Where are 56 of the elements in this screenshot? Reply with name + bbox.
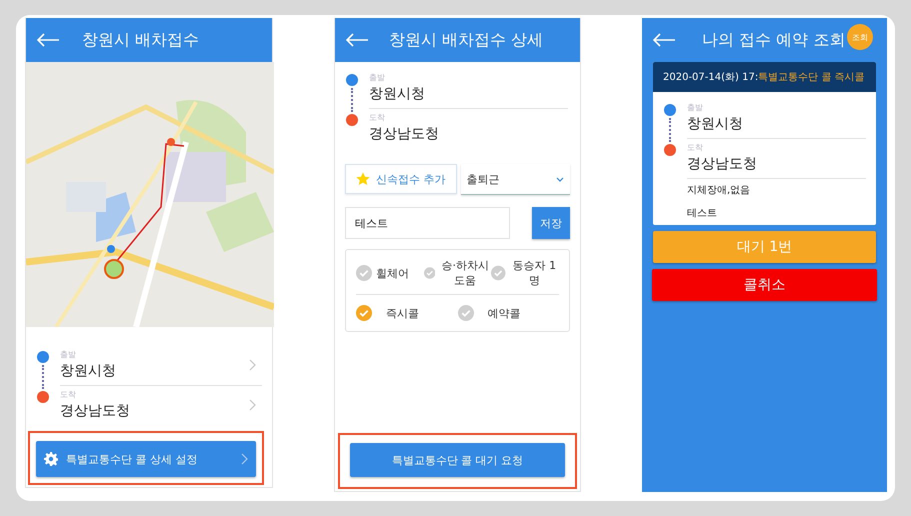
back-arrow-icon[interactable] xyxy=(652,33,676,47)
destination-dot xyxy=(37,391,49,403)
settings-button[interactable]: 특별교통수단 콜 상세 설정 xyxy=(36,441,256,477)
gear-icon xyxy=(44,452,58,466)
caret-icon xyxy=(556,176,564,182)
call-type-label: 예약콜 xyxy=(488,306,520,320)
origin-label: 출발 xyxy=(60,349,77,360)
call-type: 특별교통수단 콜 즉시콜 xyxy=(758,71,865,84)
origin-dot xyxy=(664,104,676,116)
destination-place: 경상남도청 xyxy=(60,402,130,420)
lookup-button[interactable]: 조회 xyxy=(847,24,873,50)
route-line xyxy=(42,365,44,389)
chevron-right-icon xyxy=(249,398,256,410)
check-circle-icon[interactable] xyxy=(424,265,436,281)
screen-title: 나의 접수 예약 조회 xyxy=(702,30,846,50)
memo-field[interactable]: 테스트 xyxy=(345,207,510,239)
save-button[interactable]: 저장 xyxy=(532,207,570,239)
destination-label: 도착 xyxy=(687,142,704,153)
origin-place: 창원시청 xyxy=(369,85,425,103)
option-label: 동승자 1명 xyxy=(512,258,558,288)
purpose-dropdown[interactable]: 출퇴근 xyxy=(460,164,570,195)
origin-dot xyxy=(37,351,49,363)
origin-place: 창원시청 xyxy=(60,362,116,380)
check-circle-icon[interactable] xyxy=(458,305,474,321)
origin-label: 출발 xyxy=(687,102,704,113)
route-line xyxy=(669,118,671,142)
origin-label: 출발 xyxy=(369,72,386,83)
star-icon xyxy=(356,172,370,186)
destination-label: 도착 xyxy=(369,112,386,123)
back-arrow-icon[interactable] xyxy=(345,33,369,47)
call-type-label: 즉시콜 xyxy=(386,306,419,320)
back-arrow-icon[interactable] xyxy=(36,33,60,47)
option-label: 휠체어 xyxy=(376,266,409,280)
request-button[interactable]: 특별교통수단 콜 대기 요청 xyxy=(350,443,565,477)
screen-title: 창원시 배차접수 상세 xyxy=(389,30,544,50)
option-label: 승·하차시 도움 xyxy=(440,258,490,288)
destination-place: 경상남도청 xyxy=(687,155,757,173)
chevron-right-icon xyxy=(249,358,256,370)
cancel-call-button[interactable]: 콜취소 xyxy=(652,269,877,301)
waiting-button[interactable]: 대기 1번 xyxy=(653,231,876,263)
origin-dot xyxy=(346,74,358,86)
check-circle-icon[interactable] xyxy=(356,265,372,281)
note-text: 지체장애,없음 xyxy=(687,184,752,198)
destination-place: 경상남도청 xyxy=(369,125,439,143)
chevron-right-icon xyxy=(241,453,248,465)
check-circle-icon[interactable] xyxy=(491,265,506,281)
screen-title: 창원시 배차접수 xyxy=(82,30,200,50)
quick-add-button[interactable]: 신속접수 추가 xyxy=(345,164,456,194)
route-line xyxy=(351,88,353,112)
destination-dot xyxy=(664,144,676,156)
origin-place: 창원시청 xyxy=(687,115,743,133)
destination-dot xyxy=(346,114,358,126)
destination-label: 도착 xyxy=(60,389,77,400)
note-text: 테스트 xyxy=(687,207,718,221)
check-circle-icon[interactable] xyxy=(356,305,372,321)
date-time: 2020-07-14(화) 17: xyxy=(663,71,758,84)
